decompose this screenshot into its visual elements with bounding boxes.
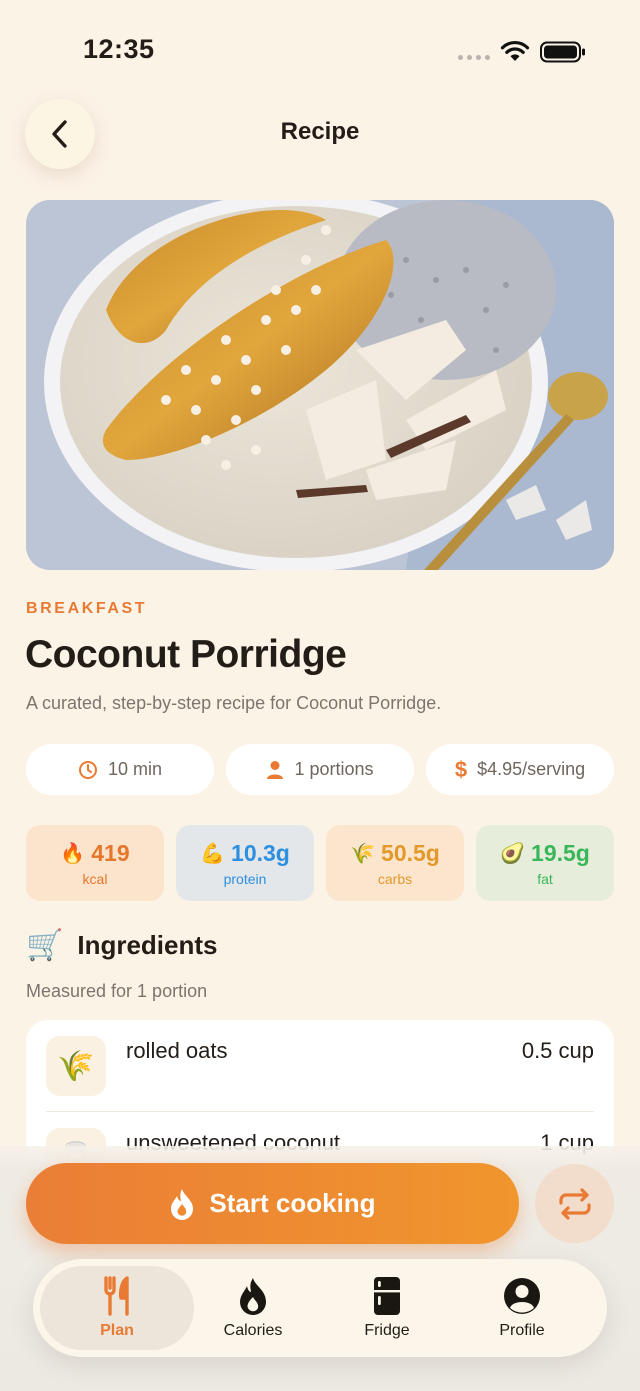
ingredients-title: Ingredients — [77, 930, 218, 960]
avocado-icon: 🥑 — [500, 841, 526, 865]
clock-icon — [78, 760, 98, 780]
tab-profile[interactable]: Profile — [445, 1266, 599, 1350]
shopping-cart-icon: 🛒 — [26, 928, 64, 963]
portions-chip: 1 portions — [226, 744, 414, 795]
swap-recipe-button[interactable] — [535, 1164, 614, 1243]
wheat-icon: 🌾 — [350, 841, 376, 865]
tab-plan-label: Plan — [100, 1322, 134, 1339]
fire-icon: 🔥 — [60, 841, 86, 865]
price-chip: $ $4.95/serving — [426, 744, 614, 795]
macro-fat-label: fat — [537, 870, 553, 887]
tab-calories-label: Calories — [223, 1322, 283, 1339]
status-time: 12:35 — [83, 34, 155, 64]
macro-carbs: 🌾 50.5g carbs — [326, 825, 464, 901]
recipe-title: Coconut Porridge — [25, 633, 347, 676]
fork-knife-icon — [103, 1276, 131, 1316]
time-chip-label: 10 min — [107, 759, 163, 779]
flexed-arm-icon: 💪 — [200, 841, 226, 865]
repeat-icon — [558, 1187, 591, 1220]
macro-kcal: 🔥 419 kcal — [26, 825, 164, 901]
recipe-category: BREAKFAST — [26, 600, 148, 617]
wifi-icon — [500, 40, 530, 61]
tab-bar: Plan Calories Fridge Profile — [33, 1259, 607, 1357]
macro-protein-label: protein — [223, 870, 267, 887]
macro-fat-value: 19.5g — [531, 839, 590, 866]
wheat-icon: 🌾 — [57, 1048, 95, 1084]
tab-fridge-label: Fridge — [364, 1322, 410, 1339]
recipe-info-chips: 10 min 1 portions $ $4.95/serving — [26, 744, 614, 795]
macro-fat: 🥑 19.5g fat — [476, 825, 614, 901]
cellular-signal-icon — [458, 55, 490, 60]
macros-row: 🔥 419 kcal 💪 10.3g protein 🌾 50.5g carbs 🥑 1… — [26, 825, 614, 901]
macro-kcal-value: 419 — [91, 839, 130, 866]
macro-carbs-value: 50.5g — [381, 839, 440, 866]
start-cooking-button[interactable]: Start cooking — [26, 1163, 519, 1244]
ingredients-header: 🛒 Ingredients — [26, 928, 218, 963]
macro-carbs-label: carbs — [377, 870, 413, 887]
tab-profile-label: Profile — [499, 1322, 545, 1339]
macro-protein-value: 10.3g — [231, 839, 290, 866]
profile-icon — [503, 1276, 541, 1316]
fridge-icon — [373, 1276, 401, 1316]
tab-fridge[interactable]: Fridge — [310, 1266, 464, 1350]
price-chip-label: $4.95/serving — [477, 759, 586, 779]
macro-kcal-label: kcal — [82, 870, 108, 887]
recipe-hero-image — [26, 200, 614, 570]
ingredients-subtitle: Measured for 1 portion — [26, 981, 208, 1001]
flame-icon — [171, 1188, 194, 1220]
list-item[interactable]: 🌾 rolled oats 0.5 cup — [26, 1020, 614, 1112]
ingredient-thumbnail: 🌾 — [46, 1036, 106, 1096]
start-cooking-label: Start cooking — [209, 1188, 376, 1218]
status-bar: 12:35 — [0, 0, 640, 100]
dollar-icon: $ — [454, 756, 468, 782]
portions-chip-label: 1 portions — [294, 759, 374, 779]
ingredient-name: rolled oats — [126, 1038, 228, 1063]
time-chip: 10 min — [26, 744, 214, 795]
flame-icon — [238, 1276, 268, 1316]
macro-protein: 💪 10.3g protein — [176, 825, 314, 901]
page-title: Recipe — [280, 118, 360, 145]
tab-plan[interactable]: Plan — [40, 1266, 194, 1350]
person-icon — [266, 760, 284, 780]
ingredient-amount: 0.5 cup — [521, 1038, 594, 1063]
recipe-description: A curated, step-by-step recipe for Cocon… — [26, 693, 442, 713]
tab-calories[interactable]: Calories — [176, 1266, 330, 1350]
battery-icon — [540, 41, 585, 63]
